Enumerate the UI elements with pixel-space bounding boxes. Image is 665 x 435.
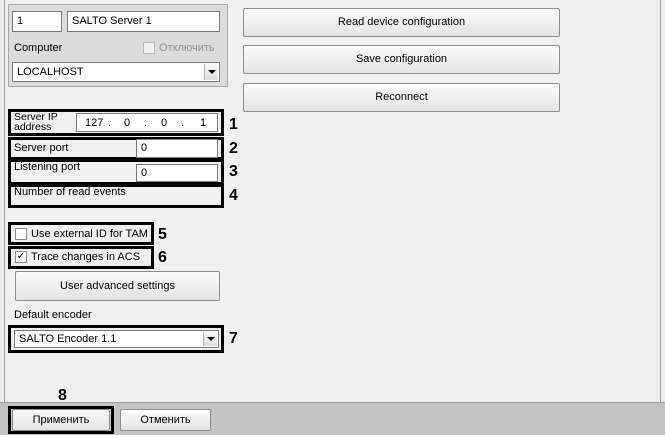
check-icon: ✓ xyxy=(16,251,26,262)
ip-dot-1: . xyxy=(108,117,112,129)
callout-number-3: 3 xyxy=(229,163,238,180)
ip-dot-3: . xyxy=(181,117,185,129)
computer-label: Computer xyxy=(14,42,63,54)
chevron-down-icon[interactable] xyxy=(203,332,217,346)
server-port-input[interactable]: 0 xyxy=(136,139,218,158)
external-id-checkbox[interactable] xyxy=(15,228,27,240)
apply-button[interactable]: Применить xyxy=(12,409,110,431)
callout-number-8: 8 xyxy=(58,387,67,404)
disable-label: Отключить xyxy=(159,42,215,54)
server-ip-input[interactable]: 127 . 0 . 0 . 1 xyxy=(76,113,218,132)
save-configuration-button[interactable]: Save configuration xyxy=(243,45,560,74)
server-id-field[interactable]: 1 xyxy=(12,11,62,32)
read-events-label: Number of read events xyxy=(14,186,126,198)
default-encoder-value: SALTO Encoder 1.1 xyxy=(19,333,117,345)
server-port-label: Server port xyxy=(14,142,69,154)
listening-port-label: Listening port xyxy=(14,161,81,173)
trace-changes-checkbox[interactable]: ✓ xyxy=(15,251,27,263)
user-advanced-settings-button[interactable]: User advanced settings xyxy=(15,271,220,301)
ip-octet-3: 0 xyxy=(161,117,168,129)
listening-port-input[interactable]: 0 xyxy=(136,164,218,182)
callout-number-1: 1 xyxy=(229,116,238,133)
ip-octet-2: 0 xyxy=(124,117,131,129)
callout-number-2: 2 xyxy=(229,140,238,157)
ip-dot-2: . xyxy=(144,117,148,129)
default-encoder-select[interactable]: SALTO Encoder 1.1 xyxy=(14,330,219,348)
callout-number-6: 6 xyxy=(158,249,167,266)
panel-border-right xyxy=(660,0,661,402)
ip-octet-1: 127 xyxy=(85,117,104,129)
panel-border-left xyxy=(4,0,5,402)
read-configuration-button[interactable]: Read device configuration xyxy=(243,8,560,37)
computer-select-value: LOCALHOST xyxy=(17,66,84,78)
external-id-label: Use external ID for TAM xyxy=(31,228,148,240)
server-ip-label: Server IP address xyxy=(14,111,58,133)
default-encoder-label: Default encoder xyxy=(14,309,92,321)
callout-number-5: 5 xyxy=(158,226,167,243)
callout-number-4: 4 xyxy=(229,187,238,204)
ip-octet-4: 1 xyxy=(200,117,207,129)
reconnect-button[interactable]: Reconnect xyxy=(243,83,560,112)
computer-select[interactable]: LOCALHOST xyxy=(12,62,220,82)
callout-number-7: 7 xyxy=(229,330,238,347)
disable-checkbox[interactable] xyxy=(143,42,155,54)
cancel-button[interactable]: Отменить xyxy=(120,409,211,431)
trace-changes-label: Trace changes in ACS xyxy=(31,251,141,263)
server-name-field[interactable]: SALTO Server 1 xyxy=(67,11,220,32)
chevron-down-icon[interactable] xyxy=(204,64,218,80)
